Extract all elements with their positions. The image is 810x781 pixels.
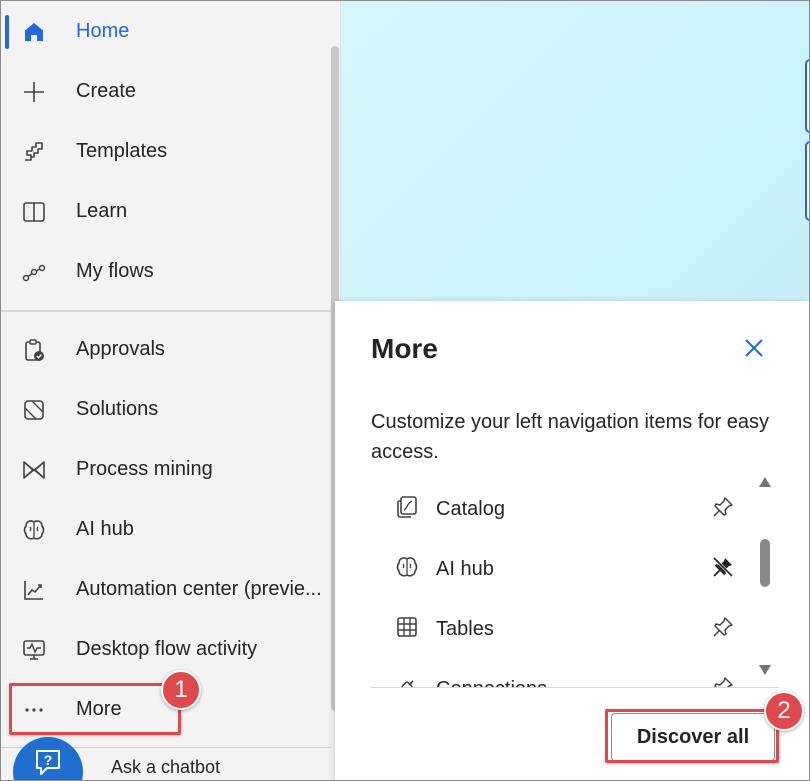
list-item-catalog[interactable]: Catalog — [371, 473, 751, 533]
desktop-activity-icon — [21, 637, 47, 663]
list-item-tables[interactable]: Tables — [371, 593, 751, 653]
list-item-connections[interactable]: Connections — [371, 653, 751, 687]
scroll-down-arrow-icon[interactable] — [758, 663, 772, 675]
nav-item-label: Home — [76, 20, 130, 42]
nav-item-label: Create — [76, 80, 137, 102]
list-item-label: Connections — [436, 678, 547, 687]
nav-item-learn[interactable]: Learn — [1, 181, 331, 241]
panel-description: Customize your left navigation items for… — [371, 411, 769, 463]
pin-icon[interactable] — [711, 675, 737, 687]
more-items-list: Catalog AI hub Tables — [371, 473, 779, 688]
brain-icon — [395, 555, 421, 581]
nav-item-label: Solutions — [76, 398, 159, 420]
list-item-label: Catalog — [436, 498, 505, 520]
pin-icon[interactable] — [711, 615, 737, 641]
left-navigation: Home Create Templates Learn My flows App… — [1, 1, 341, 780]
brain-icon — [21, 517, 47, 543]
plus-icon — [21, 79, 47, 105]
nav-item-label: Approvals — [76, 338, 165, 360]
nav-item-home[interactable]: Home — [1, 1, 331, 61]
callout-highlight-more — [9, 683, 181, 735]
nav-item-label: Desktop flow activity — [76, 638, 258, 660]
connections-icon — [395, 675, 421, 687]
solutions-icon — [21, 397, 47, 423]
nav-item-label: Templates — [76, 140, 168, 162]
close-button[interactable] — [739, 335, 769, 365]
nav-item-templates[interactable]: Templates — [1, 121, 331, 181]
nav-item-process-mining[interactable]: Process mining — [1, 439, 331, 499]
nav-item-label: Process mining — [76, 458, 213, 480]
home-icon — [21, 19, 47, 45]
nav-item-approvals[interactable]: Approvals — [1, 319, 331, 379]
callout-highlight-discover-all — [605, 709, 779, 763]
catalog-icon — [395, 495, 421, 521]
nav-item-label: AI hub — [76, 518, 134, 540]
active-indicator — [5, 15, 9, 49]
callout-badge-1: 1 — [161, 670, 201, 710]
nav-item-my-flows[interactable]: My flows — [1, 241, 331, 301]
flows-icon — [21, 259, 47, 285]
nav-item-solutions[interactable]: Solutions — [1, 379, 331, 439]
close-icon — [742, 336, 766, 365]
list-scrollbar-thumb[interactable] — [760, 539, 770, 587]
nav-item-label: My flows — [76, 260, 154, 282]
nav-item-desktop-flow-activity[interactable]: Desktop flow activity — [1, 619, 331, 679]
table-icon — [395, 615, 421, 641]
svg-text:?: ? — [44, 752, 53, 768]
nav-divider — [1, 310, 331, 312]
app-window: Home Create Templates Learn My flows App… — [0, 0, 810, 781]
scroll-up-arrow-icon[interactable] — [758, 475, 772, 487]
chatbot-button[interactable]: ? — [13, 737, 83, 780]
nav-item-ai-hub[interactable]: AI hub — [1, 499, 331, 559]
approvals-icon — [21, 337, 47, 363]
nav-item-automation-center[interactable]: Automation center (previe... — [1, 559, 331, 619]
list-item-label: AI hub — [436, 558, 494, 580]
chat-question-icon: ? — [33, 747, 63, 780]
list-item-ai-hub[interactable]: AI hub — [371, 533, 751, 593]
templates-icon — [21, 139, 47, 165]
hero-card-edge[interactable] — [805, 59, 809, 133]
hero-card-edge[interactable] — [805, 141, 809, 221]
nav-item-label: Learn — [76, 200, 128, 222]
chart-line-icon — [21, 577, 47, 603]
unpin-icon[interactable] — [711, 555, 737, 581]
nav-item-create[interactable]: Create — [1, 61, 331, 121]
book-icon — [21, 199, 47, 225]
process-mining-icon — [21, 457, 47, 483]
panel-title: More — [371, 333, 438, 364]
nav-item-label: Automation center (previe... — [76, 578, 322, 600]
pin-icon[interactable] — [711, 495, 737, 521]
list-item-label: Tables — [436, 618, 494, 640]
hero-banner — [341, 1, 809, 301]
callout-badge-2: 2 — [764, 691, 804, 731]
chatbot-label[interactable]: Ask a chatbot — [111, 757, 220, 778]
